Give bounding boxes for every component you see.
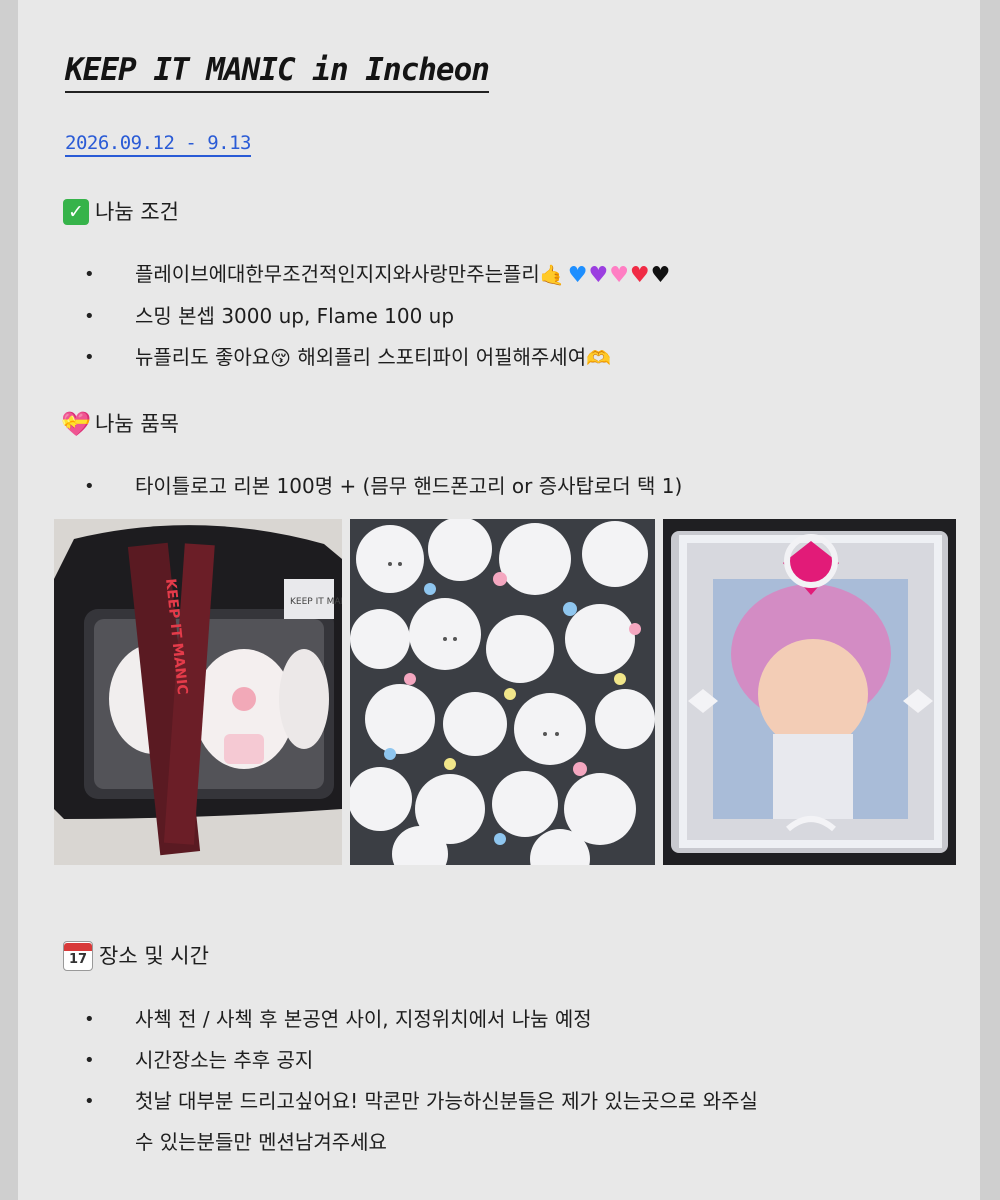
items-list: 타이틀로고 리본 100명 + (믐무 핸드폰고리 or 증사탑로더 택 1) <box>80 466 682 507</box>
list-item: 뉴플리도 좋아요😚 해외플리 스포티파이 어필해주세여🫶 <box>80 337 670 379</box>
bag-photo[interactable]: KEEP IT MANIC KEEP IT MANIC <box>54 519 342 865</box>
place-time-heading: 17 장소 및 시간 <box>63 941 209 971</box>
place-time-heading-text: 장소 및 시간 <box>99 944 209 968</box>
heart-hands-icon: 🫶 <box>586 346 612 370</box>
hearts-row: ♥ ♥ ♥ ♥ ♥ <box>567 262 671 288</box>
list-item: 사첵 전 / 사첵 후 본공연 사이, 지정위치에서 나눔 예정 <box>80 999 758 1040</box>
check-mark-button-icon: ✓ <box>63 199 89 225</box>
call-me-hand-icon: 🤙 <box>539 263 565 287</box>
kissing-face-icon: 😚 <box>270 346 292 370</box>
list-item: 시간장소는 추후 공지 <box>80 1040 758 1081</box>
conditions-heading-text: 나눔 조건 <box>95 200 179 224</box>
post-page: KEEP IT MANIC in Incheon 2026.09.12 - 9.… <box>18 0 980 1200</box>
keyrings-photo[interactable] <box>350 519 655 865</box>
list-item: 스밍 본셉 3000 up, Flame 100 up <box>80 296 670 337</box>
conditions-list: 플레이브에대한무조건적인지지와사랑만주는플리🤙♥♥♥♥♥ 스밍 본셉 3000 … <box>80 254 670 379</box>
list-item: 첫날 대부분 드리고싶어요! 막콘만 가능하신분들은 제가 있는곳으로 와주실 … <box>80 1081 758 1163</box>
items-heading: 💝 나눔 품목 <box>61 409 179 439</box>
red-heart-icon: ♥ <box>629 262 650 288</box>
blue-heart-icon: ♥ <box>567 262 588 288</box>
gift-heart-icon: 💝 <box>61 410 91 438</box>
post-title: KEEP IT MANIC in Incheon <box>65 50 490 93</box>
list-item: 타이틀로고 리본 100명 + (믐무 핸드폰고리 or 증사탑로더 택 1) <box>80 466 682 507</box>
list-item: 플레이브에대한무조건적인지지와사랑만주는플리🤙♥♥♥♥♥ <box>80 254 670 296</box>
items-heading-text: 나눔 품목 <box>95 412 179 436</box>
toploader-photo[interactable] <box>663 519 956 865</box>
calendar-icon: 17 <box>63 941 93 971</box>
bag-tag-text: KEEP IT MANIC <box>290 597 342 607</box>
place-time-list: 사첵 전 / 사첵 후 본공연 사이, 지정위치에서 나눔 예정 시간장소는 추… <box>80 999 758 1163</box>
conditions-heading: ✓ 나눔 조건 <box>63 197 179 227</box>
purple-heart-icon: ♥ <box>588 262 609 288</box>
sparkling-heart-icon: ♥ <box>609 262 629 288</box>
black-heart-icon: ♥ <box>650 262 671 288</box>
event-date-link[interactable]: 2026.09.12 - 9.13 <box>65 131 251 157</box>
